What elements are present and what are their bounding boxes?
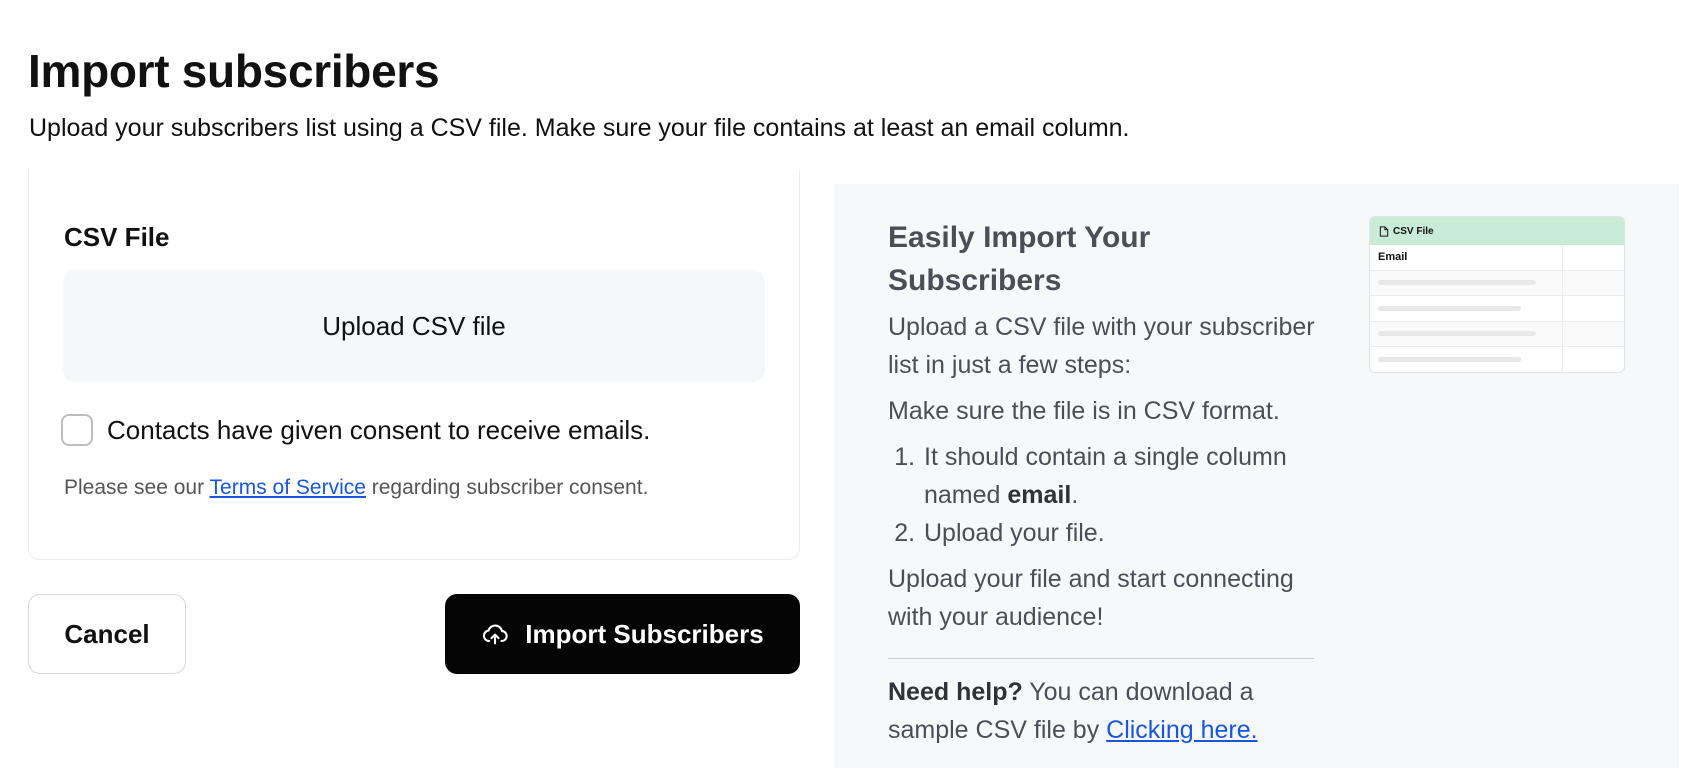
consent-checkbox[interactable] (61, 414, 93, 446)
csv-preview-illustration: CSV File Email (1369, 216, 1625, 373)
download-sample-link[interactable]: Clicking here. (1106, 716, 1257, 744)
help-outro: Upload your file and start connecting wi… (888, 565, 1294, 631)
page-subtitle: Upload your subscribers list using a CSV… (29, 114, 1130, 142)
placeholder-bar (1378, 331, 1536, 337)
csv-preview-row: Email (1370, 245, 1624, 271)
help-step-1: It should contain a single column named … (922, 438, 1328, 514)
csv-preview-row (1370, 270, 1624, 296)
csv-preview-grid: Email (1370, 245, 1624, 372)
terms-of-service-link[interactable]: Terms of Service (210, 476, 366, 499)
placeholder-bar (1378, 305, 1521, 311)
tos-suffix: regarding subscriber consent. (365, 476, 649, 499)
csv-preview-row (1370, 347, 1624, 372)
cloud-upload-icon (481, 620, 509, 648)
tos-note: Please see our Terms of Service regardin… (64, 476, 648, 500)
import-form-card: CSV File Upload CSV file Contacts have g… (28, 170, 800, 560)
help-intro: Upload a CSV file with your subscriber l… (888, 313, 1315, 379)
help-steps: It should contain a single column named … (922, 438, 1328, 552)
csv-preview-row (1370, 321, 1624, 347)
csv-column-label: Email (1378, 251, 1408, 264)
upload-csv-label: Upload CSV file (322, 310, 506, 341)
help-panel: Easily Import Your Subscribers Upload a … (834, 184, 1679, 768)
cancel-button-label: Cancel (64, 618, 150, 649)
page-title: Import subscribers (28, 45, 440, 97)
import-button-label: Import Subscribers (525, 618, 764, 649)
help-body: Upload a CSV file with your subscriber l… (888, 308, 1328, 757)
tos-prefix: Please see our (64, 476, 210, 499)
placeholder-bar (1378, 280, 1536, 286)
cancel-button[interactable]: Cancel (28, 594, 186, 674)
help-step-2: Upload your file. (922, 514, 1328, 552)
consent-row: Contacts have given consent to receive e… (61, 414, 650, 446)
csv-preview-header: CSV File (1370, 217, 1624, 245)
csv-preview-row (1370, 296, 1624, 322)
help-title: Easily Import Your Subscribers (888, 221, 1151, 297)
import-subscribers-button[interactable]: Import Subscribers (445, 594, 800, 674)
help-format-note: Make sure the file is in CSV format. (888, 397, 1280, 425)
csv-file-label: CSV File (64, 222, 170, 252)
csv-preview-title: CSV File (1393, 225, 1434, 237)
help-need-help: Need help? You can download a sample CSV… (888, 678, 1258, 744)
file-icon (1379, 225, 1389, 237)
placeholder-bar (1378, 357, 1521, 363)
consent-label[interactable]: Contacts have given consent to receive e… (107, 415, 650, 446)
upload-csv-dropzone[interactable]: Upload CSV file (63, 270, 765, 382)
help-divider (888, 658, 1314, 659)
